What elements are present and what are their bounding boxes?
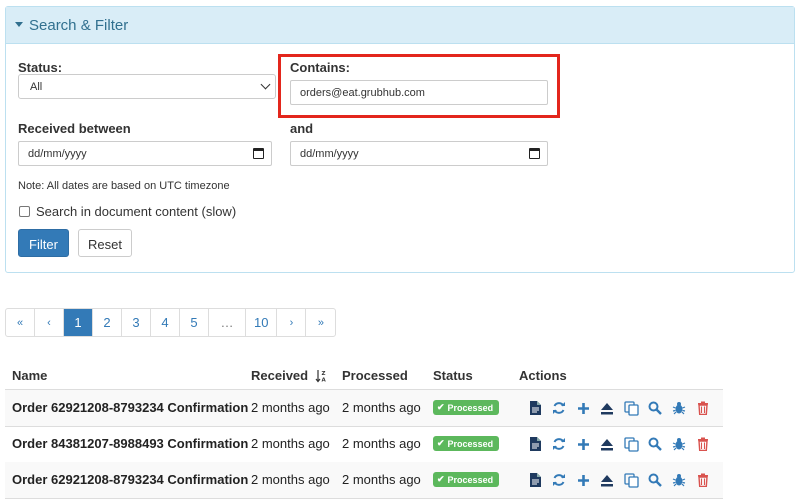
date-to-placeholder: dd/mm/yyyy: [300, 148, 359, 160]
eject-icon[interactable]: [597, 435, 617, 453]
page-1[interactable]: 1: [64, 309, 93, 336]
table-row: Order 84381207-8988493 Confirmation 2 mo…: [5, 426, 723, 462]
svg-text:Z: Z: [321, 371, 325, 377]
refresh-icon[interactable]: [549, 471, 569, 489]
row-received: 2 months ago: [251, 472, 330, 487]
calendar-icon[interactable]: [253, 148, 264, 159]
search-content-label[interactable]: Search in document content (slow): [36, 204, 236, 219]
page-prev[interactable]: ‹: [35, 309, 64, 336]
row-actions: [525, 435, 717, 453]
row-processed: 2 months ago: [342, 400, 421, 415]
status-badge: ✔ Processed: [433, 436, 500, 451]
trash-icon[interactable]: [693, 399, 713, 417]
sort-alpha-desc-icon[interactable]: ZA: [315, 369, 327, 384]
row-processed: 2 months ago: [342, 436, 421, 451]
search-content-checkbox[interactable]: [19, 206, 30, 217]
bug-icon[interactable]: [669, 471, 689, 489]
col-header-received[interactable]: Received ZA: [251, 368, 327, 384]
filter-button[interactable]: Filter: [18, 229, 69, 257]
plus-icon[interactable]: [573, 471, 593, 489]
row-name[interactable]: Order 62921208-8793234 Confirmation: [12, 472, 248, 487]
search-icon[interactable]: [645, 471, 665, 489]
row-actions: [525, 471, 717, 489]
plus-icon[interactable]: [573, 435, 593, 453]
status-select[interactable]: All: [18, 74, 276, 99]
search-icon[interactable]: [645, 435, 665, 453]
refresh-icon[interactable]: [549, 435, 569, 453]
date-to-input[interactable]: dd/mm/yyyy: [290, 141, 548, 166]
col-header-received-label: Received: [251, 368, 309, 383]
received-between-label: Received between: [18, 121, 131, 136]
page-10[interactable]: 10: [246, 309, 278, 336]
refresh-icon[interactable]: [549, 399, 569, 417]
status-select-value: All: [30, 81, 43, 93]
page-first[interactable]: «: [6, 309, 35, 336]
page-next[interactable]: ›: [277, 309, 307, 336]
timezone-note: Note: All dates are based on UTC timezon…: [18, 180, 230, 192]
status-badge-label: Processed: [447, 474, 494, 485]
row-received: 2 months ago: [251, 400, 330, 415]
caret-down-icon: [15, 21, 23, 27]
trash-icon[interactable]: [693, 471, 713, 489]
page-last[interactable]: »: [306, 309, 335, 336]
copy-icon[interactable]: [621, 399, 641, 417]
table-row: Order 62921208-8793234 Confirmation 2 mo…: [5, 390, 723, 426]
row-divider: [5, 498, 723, 499]
highlight-box: [278, 54, 560, 118]
and-label: and: [290, 121, 314, 136]
table-row: Order 62921208-8793234 Confirmation 2 mo…: [5, 462, 723, 498]
page-3[interactable]: 3: [122, 309, 151, 336]
row-name[interactable]: Order 62921208-8793234 Confirmation: [12, 400, 248, 415]
document-icon[interactable]: [525, 471, 545, 489]
reset-button[interactable]: Reset: [78, 229, 132, 257]
status-badge: ✔ Processed: [433, 400, 500, 415]
page-4[interactable]: 4: [151, 309, 180, 336]
check-icon: ✔: [437, 438, 445, 448]
pagination: « ‹ 1 2 3 4 5 … 10 › »: [5, 308, 337, 337]
svg-text:A: A: [321, 378, 326, 384]
eject-icon[interactable]: [597, 471, 617, 489]
page-5[interactable]: 5: [180, 309, 209, 336]
page-2[interactable]: 2: [93, 309, 122, 336]
col-header-processed: Processed: [342, 368, 408, 383]
row-name[interactable]: Order 84381207-8988493 Confirmation: [12, 436, 248, 451]
panel-title: Search & Filter: [29, 17, 129, 34]
copy-icon[interactable]: [621, 471, 641, 489]
calendar-icon[interactable]: [529, 148, 540, 159]
panel-header[interactable]: Search & Filter: [6, 7, 794, 44]
row-actions: [525, 399, 717, 417]
trash-icon[interactable]: [693, 435, 713, 453]
document-icon[interactable]: [525, 435, 545, 453]
check-icon: ✔: [437, 474, 445, 484]
col-header-status: Status: [433, 368, 473, 383]
plus-icon[interactable]: [573, 399, 593, 417]
page-ellipsis: …: [209, 309, 246, 336]
row-processed: 2 months ago: [342, 472, 421, 487]
bug-icon[interactable]: [669, 435, 689, 453]
status-badge-label: Processed: [447, 402, 494, 413]
document-icon[interactable]: [525, 399, 545, 417]
row-received: 2 months ago: [251, 436, 330, 451]
date-from-input[interactable]: dd/mm/yyyy: [18, 141, 272, 166]
status-badge-label: Processed: [447, 438, 494, 449]
status-label: Status:: [18, 60, 63, 75]
date-from-placeholder: dd/mm/yyyy: [28, 148, 87, 160]
col-header-actions: Actions: [519, 368, 567, 383]
status-badge: ✔ Processed: [433, 472, 500, 487]
chevron-down-icon: [260, 79, 271, 90]
eject-icon[interactable]: [597, 399, 617, 417]
search-icon[interactable]: [645, 399, 665, 417]
bug-icon[interactable]: [669, 399, 689, 417]
check-icon: ✔: [437, 402, 445, 412]
copy-icon[interactable]: [621, 435, 641, 453]
col-header-name: Name: [12, 368, 48, 383]
